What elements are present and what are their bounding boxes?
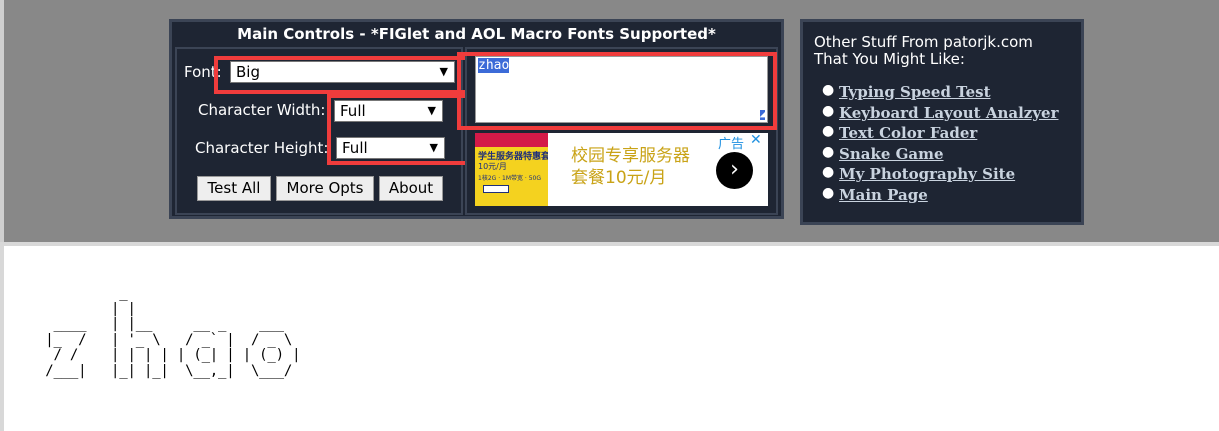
highlight-box (327, 94, 471, 165)
link-my-photography-site[interactable]: My Photography Site (839, 165, 1015, 183)
about-button[interactable]: About (379, 176, 443, 201)
other-stuff-panel: Other Stuff From patorjk.com That You Mi… (800, 19, 1084, 225)
divider (0, 242, 1219, 246)
main-controls-title: Main Controls - *FIGlet and AOL Macro Fo… (237, 25, 716, 43)
bullet-icon: ● (822, 184, 835, 201)
ad-image[interactable]: 学生服务器特惠套 10元/月 1核2G · 1M带宽 · 50G (475, 133, 548, 206)
text-input-box: zhao ◢ 学生服务器特惠套 10元/月 1核2G · 1M带宽 · 50G … (457, 47, 778, 215)
test-all-button[interactable]: Test All (197, 176, 271, 201)
controls-box: Font: Big ▼ Character Width: Full ▼ Char… (175, 47, 471, 215)
ad-image-price: 10元/月 (478, 162, 507, 171)
ad-image-strip (475, 133, 548, 147)
intro-line: That You Might Like: (814, 50, 965, 68)
ad-image-button (483, 185, 509, 193)
main-controls-panel: Main Controls - *FIGlet and AOL Macro Fo… (169, 19, 784, 219)
highlight-box (214, 56, 469, 94)
close-icon[interactable]: ✕ (750, 132, 762, 148)
ad-text-line1: 校园专享服务器 (571, 146, 690, 166)
other-stuff-intro: Other Stuff From patorjk.com That You Mi… (814, 34, 1033, 68)
list-item: ● Text Color Fader (822, 123, 1058, 144)
list-item: ● Keyboard Layout Analzyer (822, 103, 1058, 124)
link-snake-game[interactable]: Snake Game (839, 145, 944, 163)
highlight-box (457, 52, 777, 130)
list-item: ● Main Page (822, 185, 1058, 206)
links-list: ● Typing Speed Test ● Keyboard Layout Anal… (822, 82, 1058, 205)
intro-line: Other Stuff From patorjk.com (814, 33, 1033, 51)
chevron-right-icon[interactable]: › (716, 152, 753, 189)
link-main-page[interactable]: Main Page (839, 186, 928, 204)
link-keyboard-layout-analyzer[interactable]: Keyboard Layout Analzyer (839, 104, 1058, 122)
ad-banner[interactable]: 学生服务器特惠套 10元/月 1核2G · 1M带宽 · 50G 校园专享服务器… (475, 132, 768, 206)
ascii-art-output: _ | | ____ | |__ __ _ ___ |_ / | '_ \ / … (45, 285, 301, 379)
char-height-label: Character Height: (195, 139, 329, 157)
bullet-icon: ● (822, 143, 835, 160)
list-item: ● My Photography Site (822, 164, 1058, 185)
left-edge (0, 246, 4, 431)
bullet-icon: ● (822, 123, 835, 139)
ad-text-line2: 套餐10元/月 (571, 168, 667, 188)
link-text-color-fader[interactable]: Text Color Fader (839, 124, 977, 142)
list-item: ● Snake Game (822, 144, 1058, 165)
bullet-icon: ● (822, 102, 835, 119)
bullet-icon: ● (822, 82, 835, 98)
more-opts-button[interactable]: More Opts (276, 176, 374, 201)
link-typing-speed-test[interactable]: Typing Speed Test (839, 83, 991, 101)
ad-text[interactable]: 校园专享服务器 套餐10元/月 (571, 145, 690, 189)
list-item: ● Typing Speed Test (822, 82, 1058, 103)
char-width-label: Character Width: (198, 101, 326, 119)
bullet-icon: ● (822, 164, 835, 180)
ad-label: 广告 (718, 137, 745, 152)
ad-image-spec: 1核2G · 1M带宽 · 50G (478, 175, 542, 182)
